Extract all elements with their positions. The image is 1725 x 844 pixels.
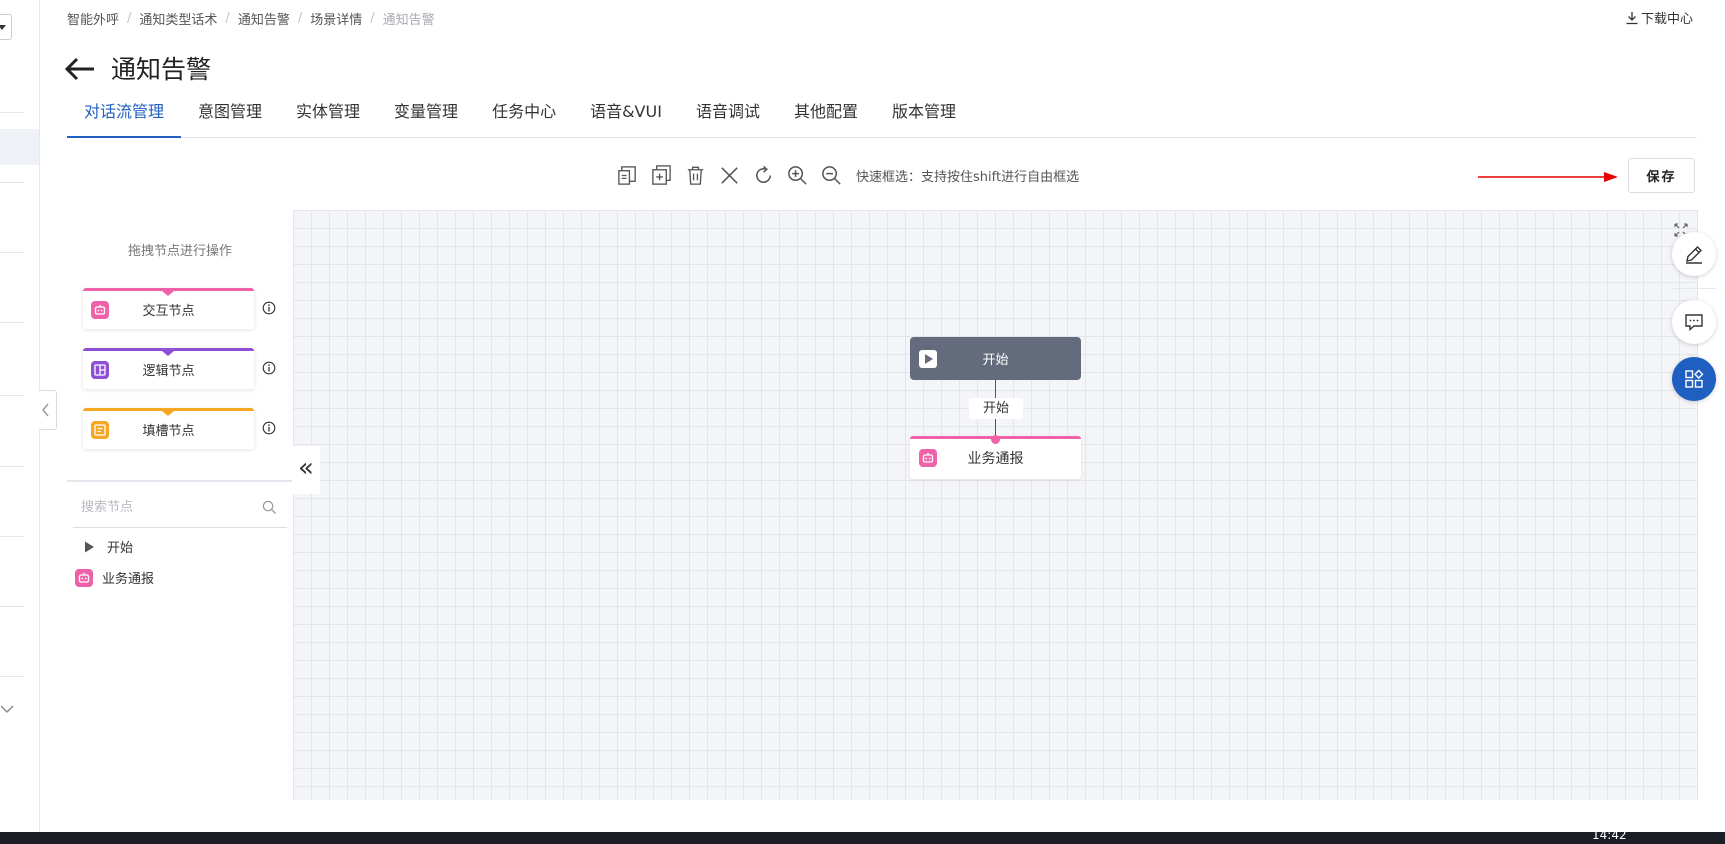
node-card-slot[interactable]: 填槽节点 [83, 408, 254, 449]
info-icon[interactable] [262, 421, 276, 435]
sidebar-divider [0, 466, 24, 467]
panel-divider [67, 480, 293, 482]
edit-button[interactable] [1672, 232, 1716, 276]
comment-icon [1685, 314, 1703, 332]
breadcrumb-separator: / [297, 11, 303, 26]
grid-icon [1685, 369, 1704, 388]
save-button[interactable]: 保存 [1628, 158, 1695, 193]
trash-icon[interactable] [684, 164, 707, 187]
flow-canvas[interactable]: 开始 开始 业务通报 [293, 210, 1698, 800]
sidebar-divider [0, 606, 24, 607]
quick-select-hint: 快速框选：支持按住shift进行自由框选 [856, 169, 1080, 185]
info-icon[interactable] [262, 301, 276, 315]
tab-other-config[interactable]: 其他配置 [777, 98, 875, 138]
sidebar-divider [0, 395, 24, 396]
breadcrumb-item[interactable]: 场景详情 [310, 9, 362, 28]
tab-variable[interactable]: 变量管理 [377, 98, 475, 138]
tab-intent[interactable]: 意图管理 [181, 98, 279, 138]
sidebar-item-active[interactable] [0, 129, 39, 165]
breadcrumb-item[interactable]: 通知告警 [238, 9, 290, 28]
red-arrow-annotation [1478, 172, 1618, 182]
components-button[interactable] [1672, 357, 1716, 401]
node-card-logic[interactable]: 逻辑节点 [83, 348, 254, 389]
left-sidebar [0, 0, 40, 832]
page-title: 通知告警 [111, 55, 212, 84]
sidebar-divider [0, 676, 24, 677]
back-arrow-icon[interactable] [64, 56, 96, 82]
chat-button[interactable] [1672, 300, 1716, 344]
download-center-label: 下载中心 [1640, 12, 1693, 27]
copy-icon[interactable] [616, 164, 639, 187]
breadcrumb-item[interactable]: 智能外呼 [67, 9, 119, 28]
tab-voice-debug[interactable]: 语音调试 [679, 98, 777, 138]
download-center-link[interactable]: 下载中心 [1625, 8, 1693, 27]
canvas-toolbar: 快速框选：支持按住shift进行自由框选 [616, 160, 1079, 190]
tab-voice-vui[interactable]: 语音&VUI [573, 98, 679, 138]
sidebar-toggle[interactable] [39, 390, 57, 430]
flow-node-label: 开始 [982, 353, 1009, 368]
flow-edge-label[interactable]: 开始 [969, 398, 1023, 419]
add-copy-icon[interactable] [650, 164, 673, 187]
zoom-out-icon[interactable] [820, 164, 843, 187]
breadcrumb: 智能外呼 / 通知类型话术 / 通知告警 / 场景详情 / 通知告警 [67, 9, 435, 28]
flow-node-biz[interactable]: 业务通报 [910, 435, 1081, 479]
search-input[interactable] [73, 494, 253, 520]
play-icon [85, 541, 94, 552]
sidebar-divider [0, 536, 24, 537]
node-search [73, 488, 287, 528]
sidebar-dropdown[interactable] [0, 14, 12, 40]
sidebar-divider [0, 182, 24, 183]
node-card-interactive[interactable]: 交互节点 [83, 288, 254, 329]
tree-item-biz[interactable]: 业务通报 [75, 568, 154, 587]
breadcrumb-item[interactable]: 通知类型话术 [139, 9, 217, 28]
app-root: 智能外呼 / 通知类型话术 / 通知告警 / 场景详情 / 通知告警 下载中心 … [0, 0, 1725, 844]
robot-icon [75, 568, 93, 587]
tree-item-label: 业务通报 [102, 572, 155, 587]
panel-title: 拖拽节点进行操作 [127, 244, 232, 259]
sidebar-divider [0, 252, 24, 253]
search-icon[interactable] [262, 500, 277, 515]
breadcrumb-separator: / [225, 11, 230, 26]
chevron-down-icon[interactable] [0, 702, 14, 716]
tab-task-center[interactable]: 任务中心 [475, 98, 573, 138]
connection-point[interactable] [991, 435, 1000, 444]
sidebar-divider [0, 322, 24, 323]
download-icon [1626, 11, 1638, 24]
tab-bar: 对话流管理 意图管理 实体管理 变量管理 任务中心 语音&VUI 语音调试 其他… [67, 98, 1697, 138]
tab-dialog-flow[interactable]: 对话流管理 [67, 98, 182, 138]
node-card-label: 填槽节点 [142, 424, 195, 439]
refresh-icon[interactable] [752, 164, 775, 187]
collapse-panel-button[interactable]: « [292, 446, 320, 494]
breadcrumb-separator: / [370, 11, 375, 26]
breadcrumb-separator: / [127, 11, 132, 26]
tree-item-label: 开始 [107, 541, 134, 556]
info-icon[interactable] [262, 361, 276, 375]
zoom-in-icon[interactable] [786, 164, 809, 187]
tree-item-start[interactable]: 开始 [83, 537, 133, 556]
pencil-icon [1686, 246, 1702, 264]
os-taskbar: 14:42 [0, 828, 1725, 844]
toolbar-divider [1672, 288, 1716, 289]
node-card-label: 逻辑节点 [142, 364, 195, 379]
tab-entity[interactable]: 实体管理 [279, 98, 377, 138]
tab-version[interactable]: 版本管理 [875, 98, 973, 138]
sidebar-divider [0, 112, 24, 113]
clock-time: 14:42 [1592, 828, 1627, 842]
flow-node-label: 业务通报 [967, 451, 1024, 467]
flow-node-start[interactable]: 开始 [910, 337, 1081, 380]
chevron-left-icon [42, 403, 49, 417]
node-card-label: 交互节点 [142, 304, 195, 319]
close-icon[interactable] [718, 164, 741, 187]
breadcrumb-current: 通知告警 [382, 13, 435, 28]
node-panel: 拖拽节点进行操作 交互节点 逻辑节点 填槽节点 搜索节点 开始 业务通报 [67, 210, 293, 800]
